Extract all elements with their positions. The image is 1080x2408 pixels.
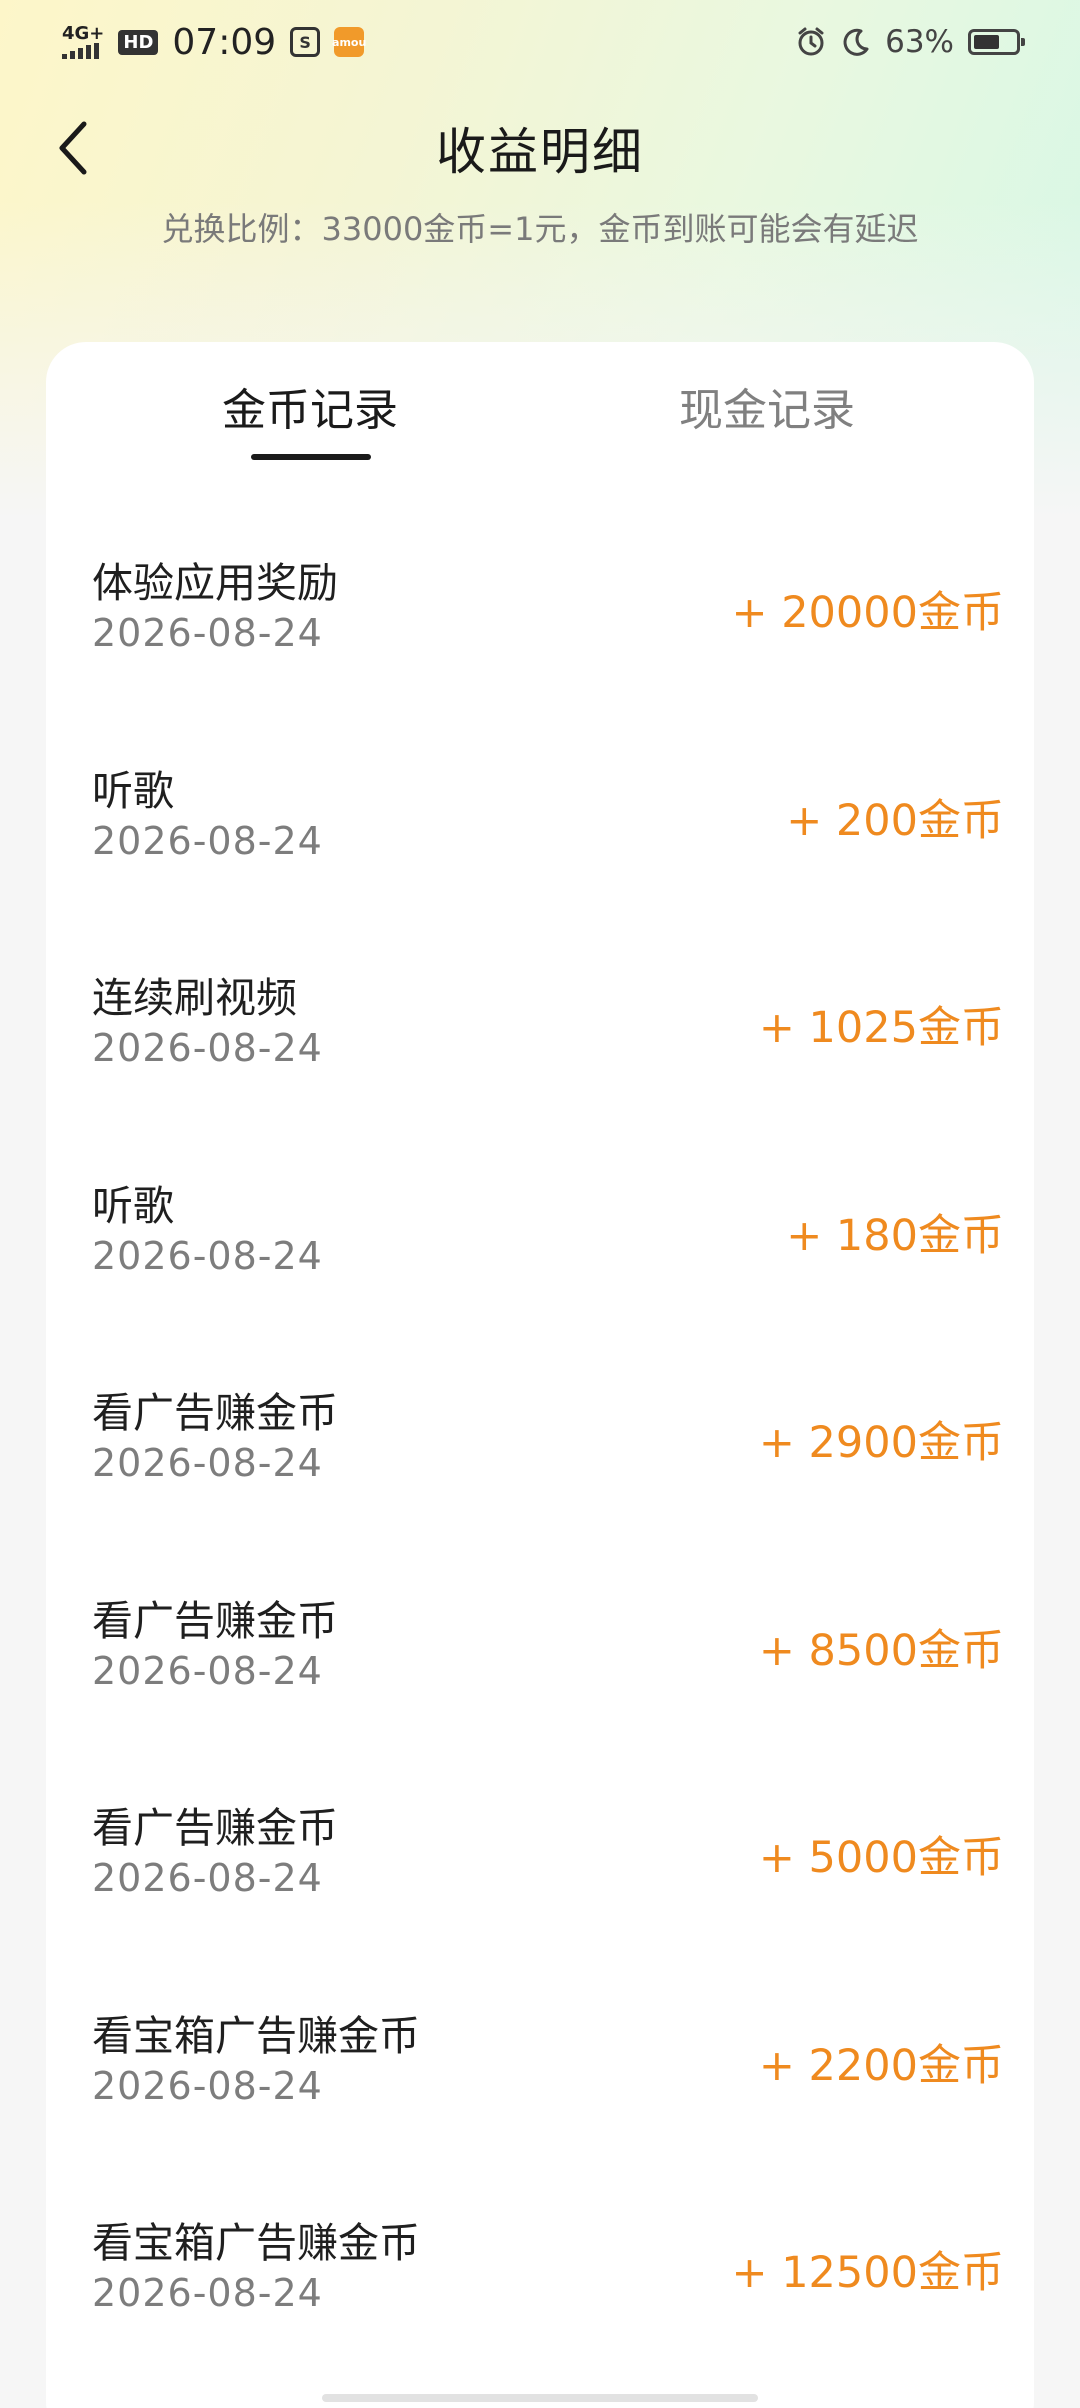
record-amount: + 1025金币 <box>758 1003 1004 1053</box>
tab-cash-records[interactable]: 现金记录 <box>679 374 855 438</box>
record-amount: + 20000金币 <box>731 588 1005 638</box>
hd-voice-icon: HD <box>118 29 159 55</box>
coin-record-list: 体验应用奖励 2026-08-24 + 20000金币 听歌 2026-08-2… <box>46 549 1034 2408</box>
record-date: 2026-08-24 <box>92 2063 323 2108</box>
alarm-icon <box>798 27 824 56</box>
record-amount: + 5000金币 <box>758 1833 1004 1883</box>
home-indicator[interactable] <box>322 2394 758 2402</box>
record-name: 看广告赚金币 <box>92 1596 338 1645</box>
record-name: 看宝箱广告赚金币 <box>92 2011 420 2060</box>
record-name: 看广告赚金币 <box>92 1804 338 1852</box>
record-name: 体验应用奖励 <box>92 559 338 607</box>
list-item: 看宝箱广告赚金币 2026-08-24 + 2200金币 <box>46 2002 1034 2210</box>
record-date: 2026-08-24 <box>92 2271 323 2315</box>
record-date: 2026-08-24 <box>92 1856 323 1900</box>
status-time: 07:09 <box>172 21 277 63</box>
battery-fill <box>974 35 999 49</box>
record-date: 2026-08-24 <box>92 1026 323 1070</box>
record-amount: + 180金币 <box>786 1210 1004 1261</box>
exchange-rate-note: 兑换比例：33000金币=1元，金币到账可能会有延迟 <box>161 210 919 248</box>
moon-icon <box>843 28 869 56</box>
record-amount: + 2900金币 <box>758 1418 1004 1468</box>
active-tab-indicator <box>251 454 371 460</box>
record-name: 听歌 <box>92 1181 174 1230</box>
list-item: 看广告赚金币 2026-08-24 + 8500金币 <box>46 1587 1034 1795</box>
status-right: 63% <box>795 24 1025 60</box>
list-item: 连续刷视频 2026-08-24 + 1025金币 <box>46 964 1034 1172</box>
record-name: 听歌 <box>92 766 174 815</box>
record-tabs: 金币记录 现金记录 <box>46 342 1034 482</box>
signal-indicator: 4G+ <box>62 25 104 59</box>
record-name: 看宝箱广告赚金币 <box>92 2219 420 2267</box>
record-amount: + 8500金币 <box>758 1625 1004 1676</box>
record-name: 连续刷视频 <box>92 974 297 1022</box>
list-item: 听歌 2026-08-24 + 180金币 <box>46 1172 1034 1380</box>
records-card: 金币记录 现金记录 体验应用奖励 2026-08-24 + 20000金币 听歌… <box>46 342 1034 2408</box>
record-amount: + 200金币 <box>786 795 1004 846</box>
list-item: 看宝箱广告赚金币 2026-08-24 + 12500金币 <box>46 2209 1034 2408</box>
record-date: 2026-08-24 <box>92 1648 323 1693</box>
record-amount: + 12500金币 <box>731 2248 1005 2298</box>
list-item: 听歌 2026-08-24 + 200金币 <box>46 757 1034 965</box>
status-left: 4G+ HD 07:09 S amou <box>62 21 366 63</box>
record-date: 2026-08-24 <box>92 1233 323 1278</box>
record-date: 2026-08-24 <box>92 818 323 863</box>
status-bar: 4G+ HD 07:09 S amou 63% <box>0 0 1080 84</box>
record-name: 看广告赚金币 <box>92 1389 338 1437</box>
record-amount: + 2200金币 <box>758 2040 1004 2091</box>
list-item: 体验应用奖励 2026-08-24 + 20000金币 <box>46 549 1034 757</box>
record-date: 2026-08-24 <box>92 1441 323 1485</box>
signal-bars-icon <box>62 43 99 59</box>
list-item: 看广告赚金币 2026-08-24 + 5000金币 <box>46 1794 1034 2002</box>
battery-icon <box>968 29 1025 55</box>
tab-coin-records[interactable]: 金币记录 <box>222 374 398 438</box>
list-item: 看广告赚金币 2026-08-24 + 2900金币 <box>46 1379 1034 1587</box>
record-date: 2026-08-24 <box>92 611 323 655</box>
notification-app-icon: S <box>290 27 321 57</box>
page-title: 收益明细 <box>436 123 644 181</box>
network-type: 4G+ <box>62 23 105 44</box>
battery-percent: 63% <box>885 24 954 60</box>
amou-app-icon: amou <box>332 27 366 57</box>
